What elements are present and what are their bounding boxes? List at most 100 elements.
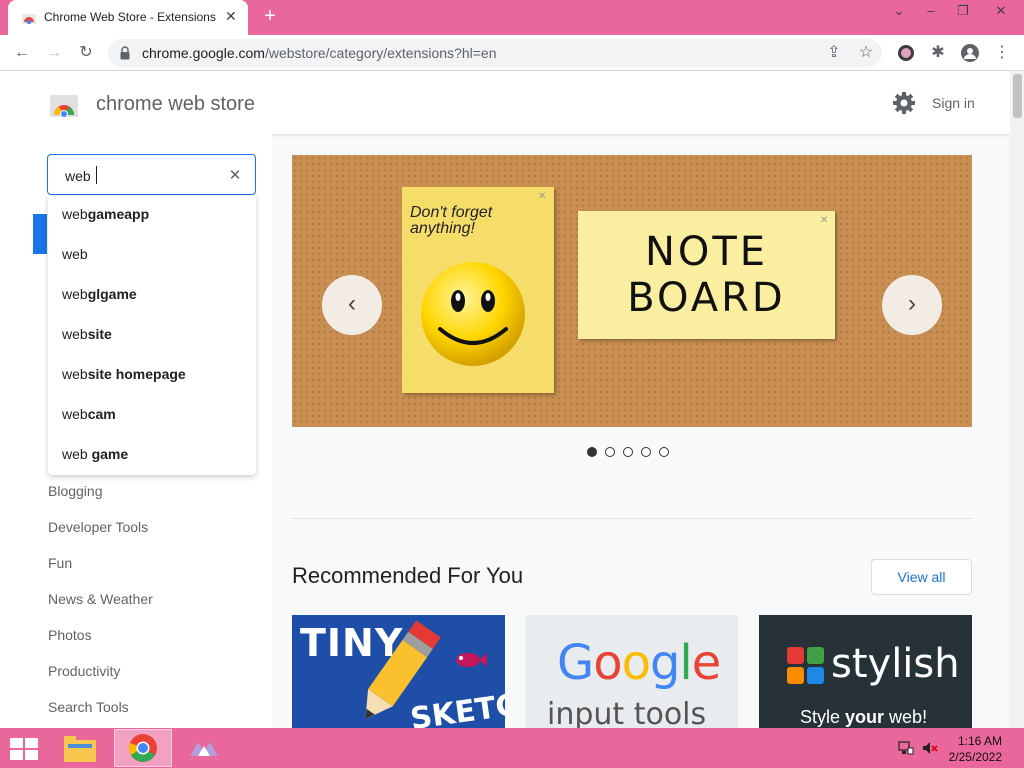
chrome-icon bbox=[129, 734, 157, 762]
lock-icon[interactable] bbox=[120, 46, 130, 60]
os-taskbar: 1:16 AM 2/25/2022 bbox=[0, 728, 1024, 768]
suggestion-prefix: web bbox=[62, 286, 88, 302]
extension-card-tiny-sketch[interactable]: TINY SKETCH bbox=[292, 615, 505, 728]
search-suggestions: webgameapp web webglgame website website… bbox=[48, 195, 256, 475]
suggestion-item[interactable]: web bbox=[62, 246, 88, 262]
search-input[interactable]: web ✕ bbox=[47, 154, 256, 195]
sticky-note-small: ✕ Don't forget anything! bbox=[402, 187, 554, 393]
extension-avatar-icon[interactable] bbox=[894, 41, 918, 65]
network-icon[interactable] bbox=[898, 740, 914, 756]
suggestion-rest: site homepage bbox=[87, 366, 186, 382]
suggestion-prefix: web bbox=[62, 326, 88, 342]
suggestion-item[interactable]: website bbox=[62, 326, 112, 342]
card2-title: Google bbox=[557, 635, 721, 691]
store-name[interactable]: chrome web store bbox=[96, 93, 255, 116]
category-search-tools[interactable]: Search Tools bbox=[48, 699, 129, 715]
window-close-icon[interactable]: ✕ bbox=[984, 0, 1018, 24]
tab-title: Chrome Web Store - Extensions bbox=[44, 10, 216, 24]
note-close-icon: ✕ bbox=[538, 191, 547, 202]
category-productivity[interactable]: Productivity bbox=[48, 663, 120, 679]
new-tab-icon[interactable]: + bbox=[258, 4, 282, 28]
stylish-logo-icon bbox=[787, 647, 824, 684]
suggestion-item[interactable]: webgameapp bbox=[62, 206, 149, 222]
back-icon[interactable]: ← bbox=[10, 41, 34, 65]
taskbar-date[interactable]: 2/25/2022 bbox=[946, 750, 1002, 764]
address-bar[interactable]: chrome.google.com/webstore/category/exte… bbox=[108, 39, 882, 67]
search-input-value[interactable]: web bbox=[65, 168, 91, 184]
share-icon[interactable]: ⇪ bbox=[822, 41, 846, 65]
suggestion-prefix: web bbox=[62, 246, 88, 262]
browser-tab-strip: Chrome Web Store - Extensions ✕ + ⌄ – ❐ … bbox=[0, 0, 1024, 35]
section-divider bbox=[292, 518, 972, 519]
suggestion-item[interactable]: webglgame bbox=[62, 286, 137, 302]
text-cursor bbox=[96, 166, 97, 184]
taskbar-time[interactable]: 1:16 AM bbox=[952, 734, 1002, 748]
browser-toolbar: ← → ↻ chrome.google.com/webstore/categor… bbox=[0, 35, 1024, 71]
card3-title: stylish bbox=[831, 641, 960, 687]
url-host: chrome.google.com bbox=[142, 45, 265, 61]
store-header: chrome web store Sign in bbox=[0, 71, 1010, 134]
extensions-puzzle-icon[interactable]: ✱ bbox=[926, 41, 950, 65]
profile-icon[interactable] bbox=[958, 41, 982, 65]
featured-carousel[interactable]: ✕ Don't forget anything! ✕ NOTE BOARD ‹ … bbox=[292, 155, 972, 427]
minimize-icon[interactable]: – bbox=[916, 0, 946, 24]
category-developer-tools[interactable]: Developer Tools bbox=[48, 519, 148, 535]
suggestion-rest: glgame bbox=[87, 286, 137, 302]
webstore-favicon-icon bbox=[22, 14, 36, 24]
suggestion-prefix: web bbox=[62, 446, 92, 462]
clear-search-icon[interactable]: ✕ bbox=[226, 166, 244, 184]
menu-kebab-icon[interactable]: ⋮ bbox=[990, 41, 1014, 65]
fish-icon bbox=[456, 653, 487, 667]
note2-text: NOTE BOARD bbox=[578, 229, 835, 321]
chrome-web-store-logo-icon[interactable] bbox=[50, 89, 78, 117]
category-photos[interactable]: Photos bbox=[48, 627, 92, 643]
page-scrollbar[interactable] bbox=[1010, 71, 1024, 728]
suggestion-item[interactable]: webcam bbox=[62, 406, 116, 422]
recommended-title: Recommended For You bbox=[292, 563, 524, 588]
url-path: /webstore/category/extensions?hl=en bbox=[264, 45, 497, 61]
carousel-dot[interactable] bbox=[641, 447, 651, 457]
category-fun[interactable]: Fun bbox=[48, 555, 72, 571]
suggestion-rest: game bbox=[91, 446, 129, 462]
carousel-dot-active[interactable] bbox=[587, 447, 597, 457]
taskbar-chrome-button[interactable] bbox=[114, 729, 172, 767]
url-text[interactable]: chrome.google.com/webstore/category/exte… bbox=[142, 45, 497, 61]
carousel-dot[interactable] bbox=[605, 447, 615, 457]
carousel-dot[interactable] bbox=[659, 447, 669, 457]
tab-search-icon[interactable]: ⌄ bbox=[886, 0, 912, 24]
suggestion-prefix: web bbox=[62, 406, 88, 422]
suggestion-rest: site bbox=[87, 326, 112, 342]
windows-start-icon[interactable] bbox=[10, 738, 38, 760]
note1-text: Don't forget anything! bbox=[410, 204, 493, 237]
suggestion-prefix: web bbox=[62, 366, 88, 382]
suggestion-item[interactable]: website homepage bbox=[62, 366, 186, 382]
restore-icon[interactable]: ❐ bbox=[948, 0, 978, 24]
category-blogging[interactable]: Blogging bbox=[48, 483, 103, 499]
carousel-prev-button[interactable]: ‹ bbox=[322, 275, 382, 335]
browser-tab[interactable]: Chrome Web Store - Extensions ✕ bbox=[8, 0, 248, 35]
tab-close-icon[interactable]: ✕ bbox=[225, 8, 237, 25]
suggestion-prefix: web bbox=[62, 206, 88, 222]
forward-icon[interactable]: → bbox=[42, 41, 66, 65]
card3-subtitle: Style your web! bbox=[800, 707, 927, 728]
selected-category-indicator bbox=[33, 214, 47, 254]
view-all-button[interactable]: View all bbox=[871, 559, 972, 595]
extension-card-google-input-tools[interactable]: Google input tools bbox=[525, 615, 738, 728]
settings-gear-icon[interactable] bbox=[892, 91, 916, 115]
file-explorer-icon[interactable] bbox=[64, 736, 96, 762]
sign-in-link[interactable]: Sign in bbox=[932, 95, 975, 111]
taskbar-app-icon[interactable] bbox=[188, 738, 220, 758]
suggestion-item[interactable]: web game bbox=[62, 446, 128, 462]
carousel-dot[interactable] bbox=[623, 447, 633, 457]
reload-icon[interactable]: ↻ bbox=[74, 41, 98, 65]
bookmark-star-icon[interactable]: ☆ bbox=[854, 41, 878, 65]
suggestion-rest: gameapp bbox=[87, 206, 150, 222]
suggestion-rest: cam bbox=[87, 406, 116, 422]
extension-card-stylish[interactable]: stylish Style your web! bbox=[759, 615, 972, 728]
note2-line2: BOARD bbox=[627, 275, 786, 321]
category-news-weather[interactable]: News & Weather bbox=[48, 591, 153, 607]
carousel-next-button[interactable]: › bbox=[882, 275, 942, 335]
volume-muted-icon[interactable] bbox=[922, 740, 938, 756]
scrollbar-thumb[interactable] bbox=[1013, 74, 1022, 118]
smiley-face-icon bbox=[421, 262, 525, 366]
